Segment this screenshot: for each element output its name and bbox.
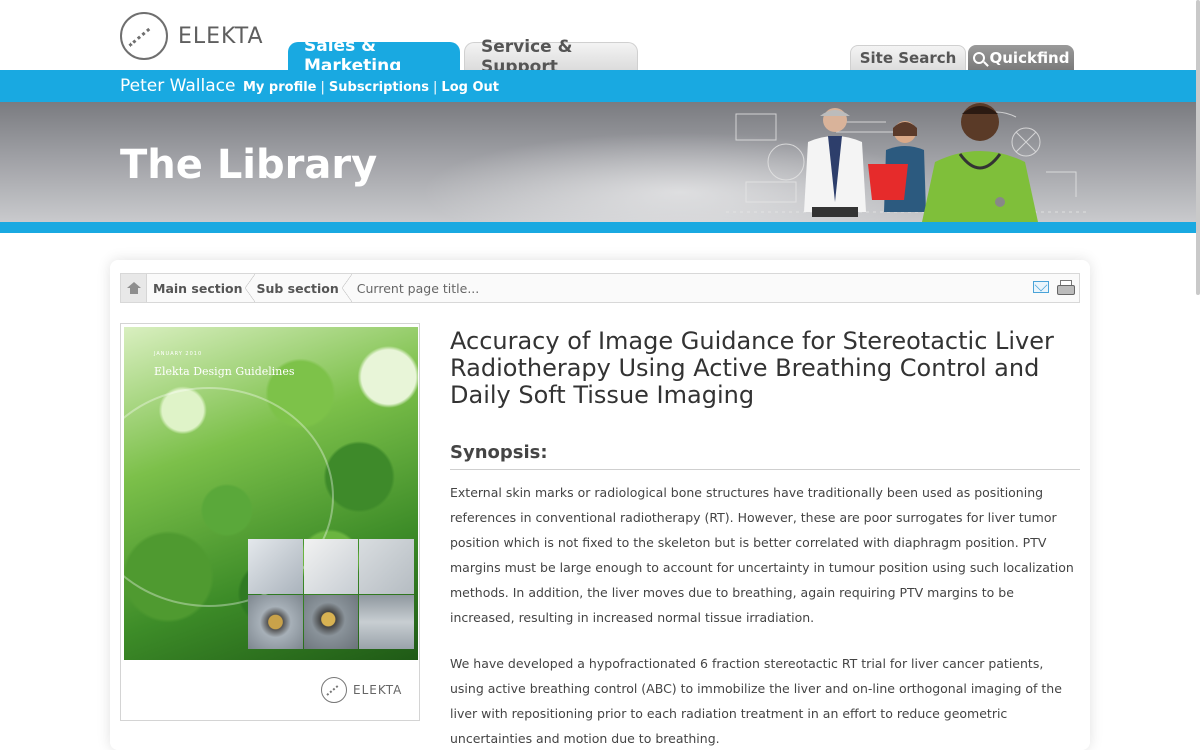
user-links: My profile | Subscriptions | Log Out: [243, 80, 499, 95]
article-title: Accuracy of Image Guidance for Stereotac…: [450, 327, 1054, 409]
cover-photo: [303, 594, 359, 649]
cover-logo-text: ELEKTA: [353, 683, 403, 697]
article: Accuracy of Image Guidance for Stereotac…: [450, 328, 1080, 750]
synopsis-paragraph: We have developed a hypofractionated 6 f…: [450, 656, 1062, 746]
synopsis-paragraph: External skin marks or radiological bone…: [450, 485, 1074, 625]
quickfind-label: Quickfind: [989, 48, 1070, 67]
banner-bottom-stripe: [0, 222, 1200, 233]
link-separator: |: [433, 80, 438, 95]
search-tabs: Site Search Quickfind: [850, 45, 1074, 70]
breadcrumb-sub-section[interactable]: Sub section: [250, 274, 353, 302]
elekta-logo[interactable]: ELEKTA: [120, 12, 264, 60]
cover-photo: [248, 539, 303, 594]
print-icon[interactable]: [1057, 280, 1075, 295]
top-header: ELEKTA Sales & Marketing Service & Suppo…: [0, 0, 1200, 77]
cover-logo: ELEKTA: [321, 677, 402, 703]
page-tools: [1033, 280, 1075, 295]
cover-title: Elekta Design Guidelines: [154, 365, 295, 378]
logo-text: ELEKTA: [178, 23, 264, 49]
user-name: Peter Wallace: [120, 76, 236, 96]
breadcrumb-home[interactable]: [121, 274, 147, 302]
content-card: Main section Sub section Current page ti…: [110, 260, 1090, 750]
site-search-tab[interactable]: Site Search: [850, 45, 966, 70]
search-icon: [972, 51, 985, 64]
page-scrollbar[interactable]: [1196, 0, 1200, 295]
page-title: The Library: [120, 142, 378, 188]
cover-photo: [248, 594, 303, 649]
quickfind-tab[interactable]: Quickfind: [968, 45, 1074, 70]
subscriptions-link[interactable]: Subscriptions: [329, 80, 429, 95]
elekta-logo-icon: [120, 12, 168, 60]
cover-date: JANUARY 2010: [154, 351, 203, 357]
hero-banner: The Library: [0, 102, 1200, 222]
cover-photo: [359, 594, 414, 649]
tab-service-support[interactable]: Service & Support: [464, 37, 638, 77]
document-cover[interactable]: JANUARY 2010 Elekta Design Guidelines EL…: [120, 323, 420, 721]
main-nav-tabs: Sales & Marketing Service & Support: [288, 36, 642, 77]
cover-photo-grid: [248, 539, 414, 649]
user-bar: Peter Wallace My profile | Subscriptions…: [0, 70, 1200, 102]
cover-photo: [359, 539, 414, 594]
elekta-logo-icon: [321, 677, 347, 703]
email-icon[interactable]: [1033, 281, 1049, 293]
home-icon: [126, 282, 141, 294]
breadcrumb: Main section Sub section Current page ti…: [120, 273, 1080, 303]
link-separator: |: [320, 80, 325, 95]
my-profile-link[interactable]: My profile: [243, 80, 317, 95]
cover-image: JANUARY 2010 Elekta Design Guidelines: [124, 327, 418, 660]
tab-sales-marketing[interactable]: Sales & Marketing: [288, 36, 460, 76]
medical-staff-photo: [804, 103, 1038, 222]
breadcrumb-current-page: Current page title...: [356, 280, 480, 296]
breadcrumb-main-section[interactable]: Main section: [147, 274, 256, 302]
log-out-link[interactable]: Log Out: [441, 80, 499, 95]
cover-photo: [303, 539, 359, 594]
synopsis-heading: Synopsis:: [450, 442, 1080, 470]
